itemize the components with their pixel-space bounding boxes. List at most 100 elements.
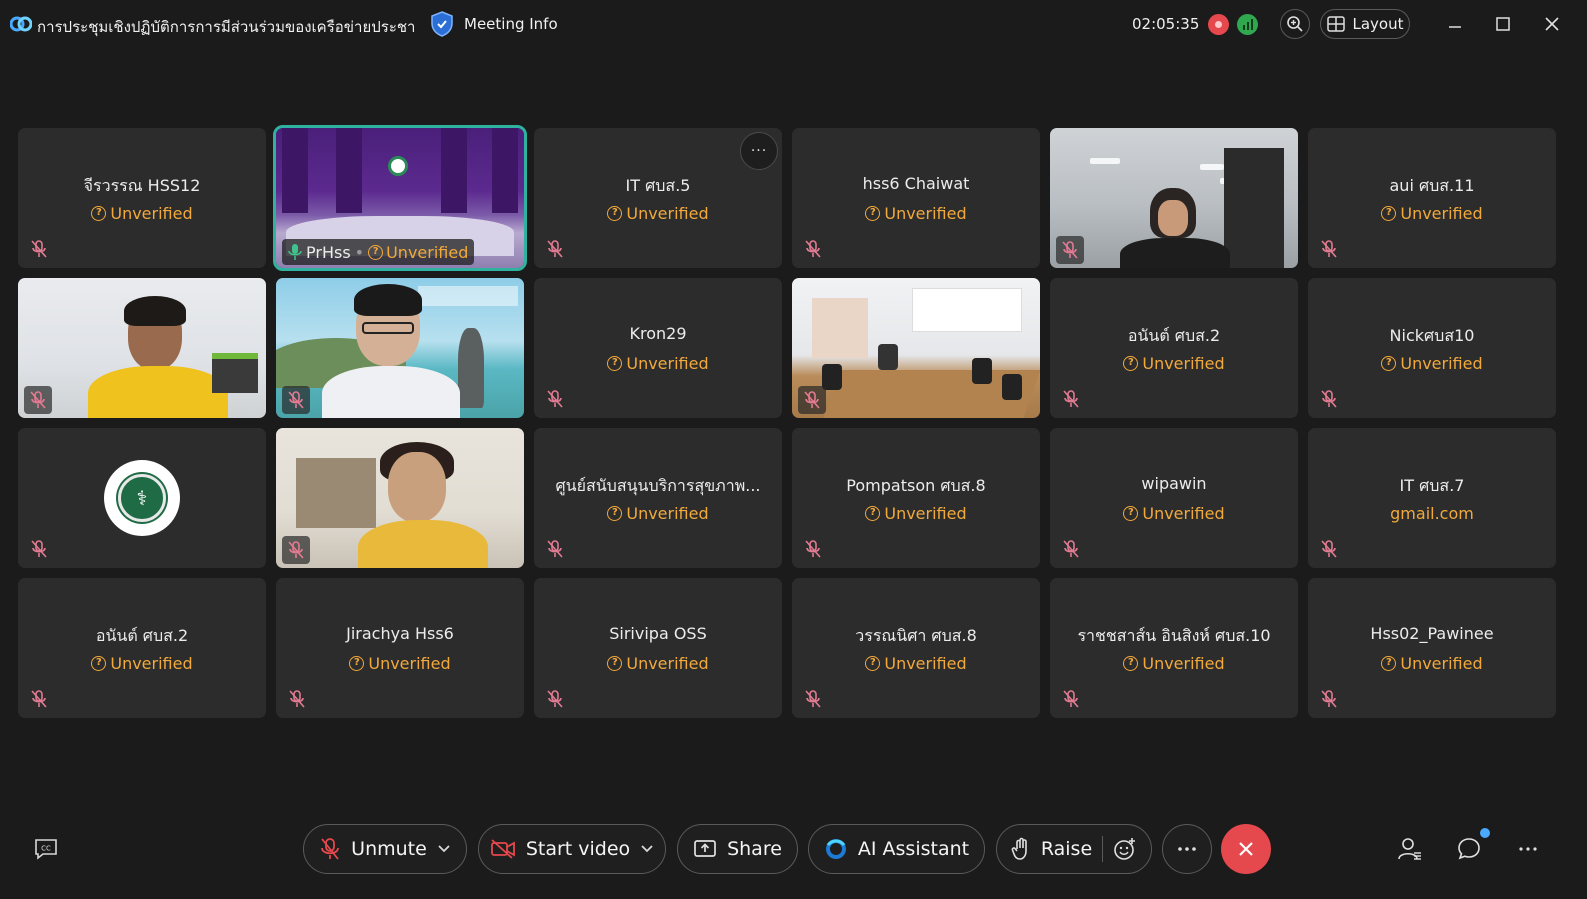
participant-tile[interactable]: aui ศบส.11 ? Unverified [1308, 128, 1556, 268]
mic-off-icon [1321, 690, 1337, 708]
participant-name: Sirivipa OSS [609, 624, 707, 643]
participant-tile[interactable]: Nickศบส10 ? Unverified [1308, 278, 1556, 418]
participant-tile[interactable]: ··· IT ศบส.5 ? Unverified [534, 128, 782, 268]
end-call-button[interactable] [1221, 824, 1271, 874]
verification-status: ? Unverified [1050, 654, 1298, 673]
participant-tile[interactable]: Jirachya Hss6 ? Unverified [276, 578, 524, 718]
minimize-button[interactable] [1443, 12, 1467, 36]
verification-status: ? Unverified [1308, 204, 1556, 223]
participant-tile[interactable]: Kron29 ? Unverified [534, 278, 782, 418]
ai-assistant-button[interactable]: AI Assistant [808, 824, 985, 874]
shield-icon [431, 11, 453, 37]
info-icon: ? [607, 206, 623, 221]
participant-tile[interactable]: Hss02_Pawinee ? Unverified [1308, 578, 1556, 718]
participant-tile[interactable]: วรรณนิศา ศบส.8 ? Unverified [792, 578, 1040, 718]
info-icon: ? [368, 244, 384, 260]
participant-tile[interactable]: hss6 Chaiwat ? Unverified [792, 128, 1040, 268]
participant-tile[interactable]: IT ศบส.7 gmail.com [1308, 428, 1556, 568]
participant-name: จีรวรรณ HSS12 [83, 176, 201, 195]
network-signal-icon[interactable] [1237, 14, 1258, 35]
participant-tile[interactable]: wipawin ? Unverified [1050, 428, 1298, 568]
participant-tile[interactable]: Sirivipa OSS ? Unverified [534, 578, 782, 718]
info-icon: ? [1123, 506, 1139, 521]
participant-name: ราชชสาส์น อินสิงห์ ศบส.10 [1077, 626, 1271, 645]
info-icon: ? [607, 506, 623, 521]
participant-name: ศูนย์สนับสนุนบริการสุขภาพ... [555, 476, 761, 495]
maximize-button[interactable] [1491, 12, 1515, 36]
info-icon: ? [865, 656, 881, 671]
participant-tile[interactable]: อนันต์ ศบส.2 ? Unverified [18, 578, 266, 718]
minimize-icon [1449, 26, 1461, 28]
participant-name: Nickศบส10 [1389, 326, 1475, 345]
participant-tile-active-speaker[interactable]: PrHss • ? Unverified [273, 125, 527, 271]
participant-tile-video[interactable] [276, 428, 524, 568]
closed-captions-button[interactable]: CC [33, 837, 59, 861]
mic-off-icon [798, 386, 826, 414]
raise-hand-button[interactable]: Raise [996, 824, 1152, 874]
ai-assistant-icon [825, 839, 846, 859]
more-options-button[interactable]: ··· [740, 132, 778, 170]
close-button[interactable] [1540, 12, 1564, 36]
participant-tile[interactable]: ศูนย์สนับสนุนบริการสุขภาพ... ? Unverified [534, 428, 782, 568]
meeting-timer: 02:05:35 [1132, 15, 1200, 33]
mic-off-icon [1056, 236, 1084, 264]
more-menu-button[interactable] [1515, 836, 1541, 862]
share-label: Share [727, 838, 782, 860]
participant-name: อนันต์ ศบส.2 [95, 626, 189, 645]
meeting-info-label: Meeting Info [464, 15, 558, 33]
participant-tile-avatar[interactable]: ⚕ [18, 428, 266, 568]
chat-button[interactable] [1456, 836, 1482, 862]
participant-grid: จีรวรรณ HSS12 ? Unverified PrHss • ? Unver… [18, 125, 1556, 718]
unmute-label: Unmute [351, 838, 427, 860]
participant-tile-video[interactable] [1050, 128, 1298, 268]
participant-tile-video[interactable] [18, 278, 266, 418]
mic-off-icon [1063, 390, 1079, 408]
meeting-title: การประชุมเชิงปฏิบัติการการมีส่วนร่วมของเ… [37, 18, 417, 36]
unmute-button[interactable]: Unmute [303, 824, 467, 874]
ai-assistant-label: AI Assistant [857, 838, 970, 860]
layout-button[interactable]: Layout [1320, 9, 1410, 39]
zoom-button[interactable] [1280, 9, 1310, 39]
start-video-button[interactable]: Start video [478, 824, 666, 874]
more-horizontal-icon [1519, 847, 1537, 851]
title-bar: การประชุมเชิงปฏิบัติการการมีส่วนร่วมของเ… [0, 0, 1587, 50]
participant-tile-video[interactable] [792, 278, 1040, 418]
divider [1102, 836, 1104, 862]
mic-off-icon [321, 838, 340, 860]
mic-off-icon [282, 536, 310, 564]
zoom-in-icon [1287, 16, 1303, 32]
participants-button[interactable] [1397, 836, 1423, 862]
mic-off-icon [547, 540, 563, 558]
meeting-info-button[interactable]: Meeting Info [430, 11, 558, 37]
mic-off-icon [31, 690, 47, 708]
verification-status: ? Unverified [534, 204, 782, 223]
chevron-down-icon[interactable] [640, 844, 654, 854]
share-button[interactable]: Share [677, 824, 798, 874]
video-feed [276, 428, 524, 568]
chevron-down-icon[interactable] [437, 844, 451, 854]
mic-off-icon [805, 540, 821, 558]
meeting-controls-bar: CC Unmute Start video Share AI Assistant… [0, 820, 1587, 880]
participant-label: PrHss • ? Unverified [282, 239, 475, 265]
mic-off-icon [1063, 540, 1079, 558]
participant-name: อนันต์ ศบส.2 [1127, 326, 1221, 345]
info-icon: ? [1381, 206, 1397, 221]
recording-icon[interactable] [1208, 14, 1229, 35]
close-icon [1545, 17, 1559, 31]
notification-badge [1478, 826, 1492, 840]
participant-tile-video[interactable] [276, 278, 524, 418]
participant-tile[interactable]: ราชชสาส์น อินสิงห์ ศบส.10 ? Unverified [1050, 578, 1298, 718]
more-options-button[interactable] [1162, 824, 1212, 874]
info-icon: ? [1123, 356, 1139, 371]
participant-tile[interactable]: Pompatson ศบส.8 ? Unverified [792, 428, 1040, 568]
reactions-icon[interactable] [1113, 837, 1137, 861]
participant-tile[interactable]: อนันต์ ศบส.2 ? Unverified [1050, 278, 1298, 418]
verification-status: ? Unverified [792, 204, 1040, 223]
maximize-icon [1496, 17, 1510, 31]
participant-name: Hss02_Pawinee [1370, 624, 1494, 643]
info-icon: ? [1381, 356, 1397, 371]
svg-text:CC: CC [41, 845, 51, 853]
chat-icon [1458, 838, 1480, 860]
participant-tile[interactable]: จีรวรรณ HSS12 ? Unverified [18, 128, 266, 268]
verification-status: ? Unverified [792, 654, 1040, 673]
